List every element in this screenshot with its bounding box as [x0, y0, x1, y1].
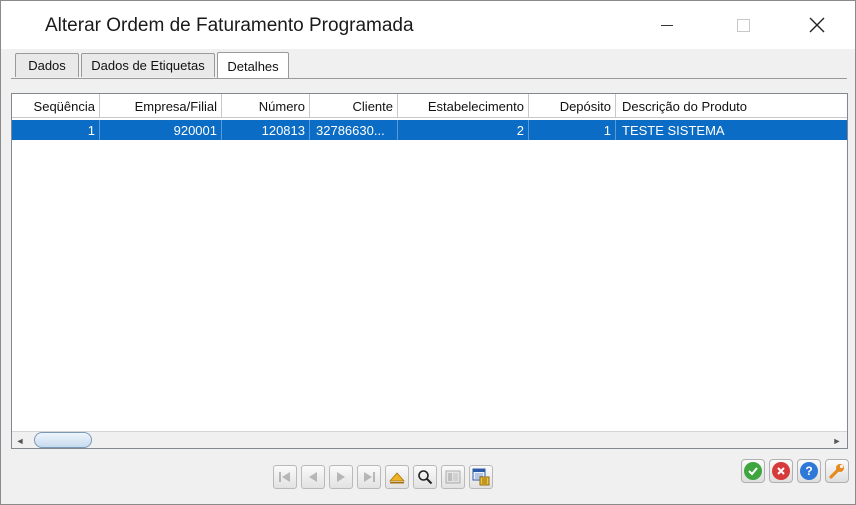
minimize-button[interactable] — [637, 1, 697, 49]
column-header-descricao-produto[interactable]: Descrição do Produto — [616, 94, 847, 118]
column-header-deposito[interactable]: Depósito — [529, 94, 616, 118]
help-icon: ? — [800, 462, 818, 480]
scroll-left-button[interactable]: ◄ — [13, 434, 27, 447]
search-icon — [418, 470, 433, 485]
search-button[interactable] — [413, 465, 437, 489]
first-record-button[interactable] — [273, 465, 297, 489]
cell-numero: 120813 — [222, 120, 310, 140]
scroll-right-button[interactable]: ► — [830, 434, 844, 447]
first-icon — [279, 472, 290, 482]
column-header-numero[interactable]: Número — [222, 94, 310, 118]
cell-cliente: 32786630... — [310, 120, 398, 140]
tab-divider — [11, 78, 847, 79]
check-icon — [744, 462, 762, 480]
details-grid[interactable]: Seqüência Empresa/Filial Número Cliente … — [11, 93, 848, 449]
cell-estabelecimento: 2 — [398, 120, 529, 140]
grid-header: Seqüência Empresa/Filial Número Cliente … — [12, 94, 847, 118]
cell-deposito: 1 — [529, 120, 616, 140]
cancel-button[interactable] — [769, 459, 793, 483]
grid-view-icon — [445, 470, 461, 484]
export-button[interactable] — [469, 465, 493, 489]
column-header-estabelecimento[interactable]: Estabelecimento — [398, 94, 529, 118]
maximize-icon — [736, 18, 750, 32]
tab-detalhes[interactable]: Detalhes — [217, 52, 289, 79]
maximize-button[interactable] — [713, 1, 773, 49]
export-icon — [472, 468, 490, 486]
previous-record-button[interactable] — [301, 465, 325, 489]
close-button[interactable] — [787, 1, 847, 49]
close-icon — [809, 17, 825, 33]
title-bar: Alterar Ordem de Faturamento Programada — [1, 1, 855, 49]
column-header-cliente[interactable]: Cliente — [310, 94, 398, 118]
next-record-button[interactable] — [329, 465, 353, 489]
cell-empresa-filial: 920001 — [100, 120, 222, 140]
cancel-icon — [772, 462, 790, 480]
previous-icon — [309, 472, 317, 482]
collapse-icon — [389, 472, 405, 484]
minimize-icon — [661, 24, 673, 26]
next-icon — [337, 472, 345, 482]
horizontal-scrollbar[interactable]: ◄ ► — [12, 431, 847, 448]
help-button[interactable]: ? — [797, 459, 821, 483]
column-header-sequencia[interactable]: Seqüência — [12, 94, 100, 118]
scroll-thumb[interactable] — [34, 432, 92, 448]
table-row[interactable]: 1 920001 120813 32786630... 2 1 TESTE SI… — [12, 120, 847, 140]
window-title: Alterar Ordem de Faturamento Programada — [45, 15, 414, 36]
settings-button[interactable] — [825, 459, 849, 483]
cell-sequencia: 1 — [12, 120, 100, 140]
dialog-window: Alterar Ordem de Faturamento Programada … — [0, 0, 856, 505]
last-icon — [364, 472, 375, 482]
tab-dados-de-etiquetas[interactable]: Dados de Etiquetas — [81, 53, 215, 77]
wrench-icon — [829, 464, 844, 479]
tab-dados[interactable]: Dados — [15, 53, 79, 77]
cell-descricao-produto: TESTE SISTEMA — [622, 122, 725, 138]
column-header-empresa-filial[interactable]: Empresa/Filial — [100, 94, 222, 118]
confirm-button[interactable] — [741, 459, 765, 483]
grid-view-button[interactable] — [441, 465, 465, 489]
collapse-button[interactable] — [385, 465, 409, 489]
last-record-button[interactable] — [357, 465, 381, 489]
